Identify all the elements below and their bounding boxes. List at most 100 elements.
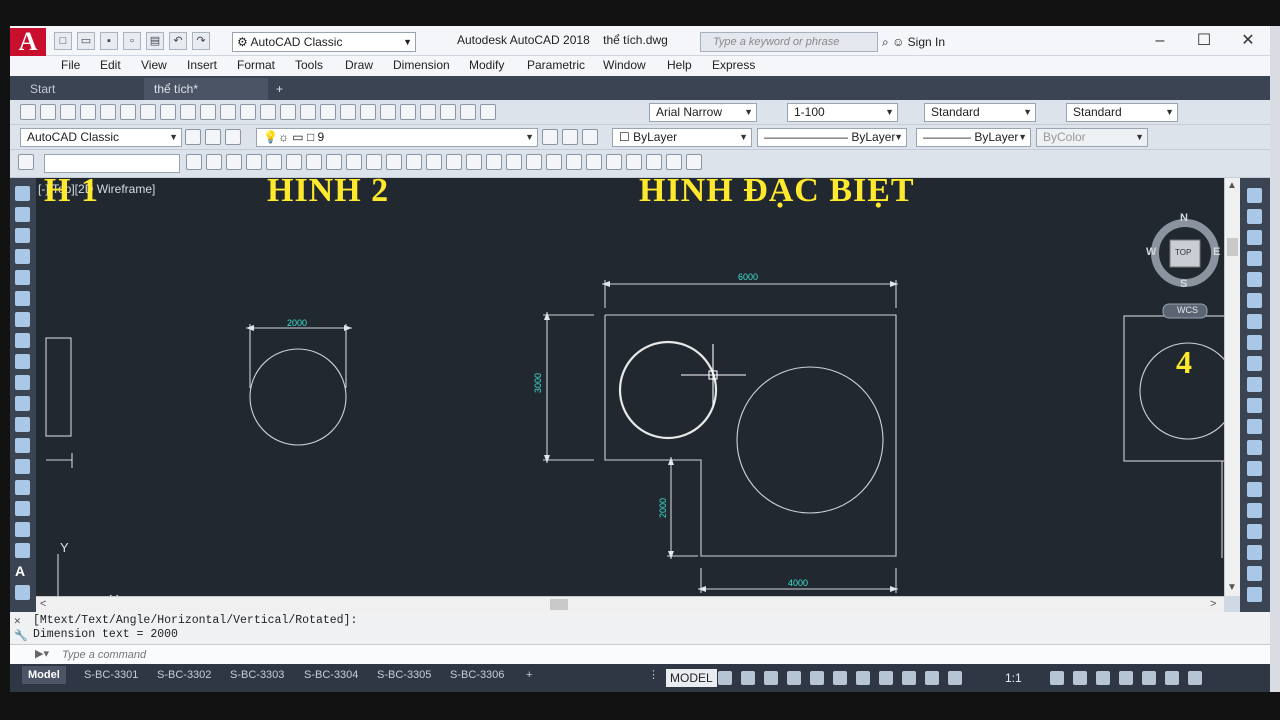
model-space-button[interactable]: MODEL — [666, 669, 717, 687]
isolate-objects-icon[interactable] — [1119, 671, 1133, 685]
undo-icon[interactable]: ↶ — [169, 32, 187, 50]
make-block-icon[interactable] — [15, 438, 30, 453]
units-icon[interactable] — [1096, 671, 1110, 685]
plot-icon[interactable]: ▤ — [146, 32, 164, 50]
color-dropdown[interactable]: ☐ ByLayer ▼ — [612, 128, 752, 147]
new-icon[interactable]: □ — [54, 32, 72, 50]
explode-icon[interactable] — [566, 154, 582, 170]
polyline-icon[interactable] — [15, 228, 30, 243]
text-style-icon[interactable] — [480, 104, 496, 120]
scroll-left-icon[interactable]: < — [40, 598, 46, 610]
menu-tools[interactable]: Tools — [295, 58, 323, 72]
workspace-selector[interactable]: AutoCAD Classic ▼ — [20, 128, 182, 147]
menu-express[interactable]: Express — [712, 58, 755, 72]
cleanup-icon[interactable] — [686, 154, 702, 170]
arc-icon[interactable] — [15, 291, 30, 306]
search-input[interactable]: Type a keyword or phrase — [700, 32, 878, 52]
draw-order-icon[interactable] — [186, 154, 202, 170]
qnew-icon[interactable] — [20, 104, 36, 120]
open-icon[interactable] — [40, 104, 56, 120]
ordinate-icon[interactable] — [1247, 251, 1262, 266]
layout-tab[interactable]: S-BC-3302 — [151, 666, 217, 684]
dimension-style-dropdown[interactable]: Standard ▼ — [924, 103, 1036, 122]
angular-icon[interactable] — [1247, 335, 1262, 350]
ortho-icon[interactable] — [764, 671, 778, 685]
pan-icon[interactable] — [260, 104, 276, 120]
menu-parametric[interactable]: Parametric — [527, 58, 585, 72]
annotation-scale-dropdown[interactable]: 1-100 ▼ — [787, 103, 898, 122]
tab-drawing[interactable]: thể tích* — [144, 78, 268, 100]
hatch-icon[interactable] — [15, 480, 30, 495]
customization-icon[interactable] — [1188, 671, 1202, 685]
text-style-dropdown[interactable]: Arial Narrow ▼ — [649, 103, 757, 122]
menu-modify[interactable]: Modify — [469, 58, 504, 72]
revision-cloud-icon[interactable] — [15, 333, 30, 348]
cut-icon[interactable] — [140, 104, 156, 120]
layer-dropdown[interactable]: 💡☼ ▭ □ 9 ▼ — [256, 128, 538, 147]
layout-tab[interactable]: S-BC-3301 — [78, 666, 144, 684]
compass-south[interactable]: S — [1180, 278, 1187, 290]
hardware-acceleration-icon[interactable] — [1142, 671, 1156, 685]
scroll-up-icon[interactable]: ▲ — [1227, 180, 1237, 191]
jogged-icon[interactable] — [1247, 293, 1262, 308]
menu-draw[interactable]: Draw — [345, 58, 373, 72]
publish-icon[interactable] — [120, 104, 136, 120]
table-icon[interactable] — [15, 543, 30, 558]
layer-states-icon[interactable] — [225, 129, 241, 145]
text-front-icon[interactable] — [246, 154, 262, 170]
inspection-icon[interactable] — [1247, 503, 1262, 518]
copy-object-icon[interactable] — [286, 154, 302, 170]
offset-icon[interactable] — [326, 154, 342, 170]
layout-tab[interactable]: S-BC-3305 — [371, 666, 437, 684]
command-input[interactable] — [62, 646, 1252, 663]
erase-icon[interactable] — [266, 154, 282, 170]
polygon-icon[interactable] — [15, 249, 30, 264]
gear-icon[interactable] — [1050, 671, 1064, 685]
workspace-dropdown[interactable]: ⚙ AutoCAD Classic ▼ — [232, 32, 416, 52]
autocad-logo-button[interactable]: A — [10, 28, 46, 56]
redo-icon[interactable]: ↷ — [192, 32, 210, 50]
copy-icon[interactable] — [160, 104, 176, 120]
layout-tab[interactable]: S-BC-3306 — [444, 666, 510, 684]
trim-icon[interactable] — [446, 154, 462, 170]
spline-icon[interactable] — [15, 354, 30, 369]
polar-icon[interactable] — [787, 671, 801, 685]
join-icon[interactable] — [506, 154, 522, 170]
rotate-icon[interactable] — [386, 154, 402, 170]
table-style-dropdown[interactable]: Standard ▼ — [1066, 103, 1178, 122]
menu-edit[interactable]: Edit — [100, 58, 121, 72]
annotation-visibility-icon[interactable] — [925, 671, 939, 685]
break-icon[interactable] — [486, 154, 502, 170]
close-button[interactable]: ✕ — [1226, 26, 1270, 56]
diameter-icon[interactable] — [1247, 314, 1262, 329]
tolerance-icon[interactable] — [1247, 461, 1262, 476]
menu-help[interactable]: Help — [667, 58, 692, 72]
vertical-scrollbar[interactable]: ▲ ▼ — [1224, 178, 1240, 596]
tool-palettes-icon[interactable] — [380, 104, 396, 120]
menu-file[interactable]: File — [61, 58, 80, 72]
rectangle-icon[interactable] — [15, 270, 30, 285]
compass-west[interactable]: W — [1146, 246, 1156, 258]
fillet-icon[interactable] — [546, 154, 562, 170]
make-current-icon[interactable] — [542, 129, 558, 145]
stretch-icon[interactable] — [426, 154, 442, 170]
horizontal-scrollbar[interactable]: < > — [36, 596, 1224, 612]
compass-east[interactable]: E — [1213, 246, 1220, 258]
zoom-window-icon[interactable] — [300, 104, 316, 120]
snap-icon[interactable] — [741, 671, 755, 685]
paste-icon[interactable] — [180, 104, 196, 120]
point-icon[interactable] — [15, 459, 30, 474]
drawing-canvas[interactable]: [-][Top][2D Wireframe] H 1 HÌNH 2 HÌNH Đ… — [36, 178, 1224, 596]
zoom-previous-icon[interactable] — [320, 104, 336, 120]
jogged-linear-icon[interactable] — [1247, 524, 1262, 539]
group-edit-icon[interactable] — [626, 154, 642, 170]
grid-icon[interactable] — [718, 671, 732, 685]
sheet-set-icon[interactable] — [400, 104, 416, 120]
group-icon[interactable] — [586, 154, 602, 170]
save-icon[interactable]: ▪ — [100, 32, 118, 50]
dim-update-icon[interactable] — [1247, 587, 1262, 602]
insert-block-icon[interactable] — [15, 417, 30, 432]
maximize-button[interactable]: ☐ — [1182, 26, 1226, 56]
layout-menu-icon[interactable]: ⋮ — [642, 666, 665, 684]
mirror-icon[interactable] — [306, 154, 322, 170]
